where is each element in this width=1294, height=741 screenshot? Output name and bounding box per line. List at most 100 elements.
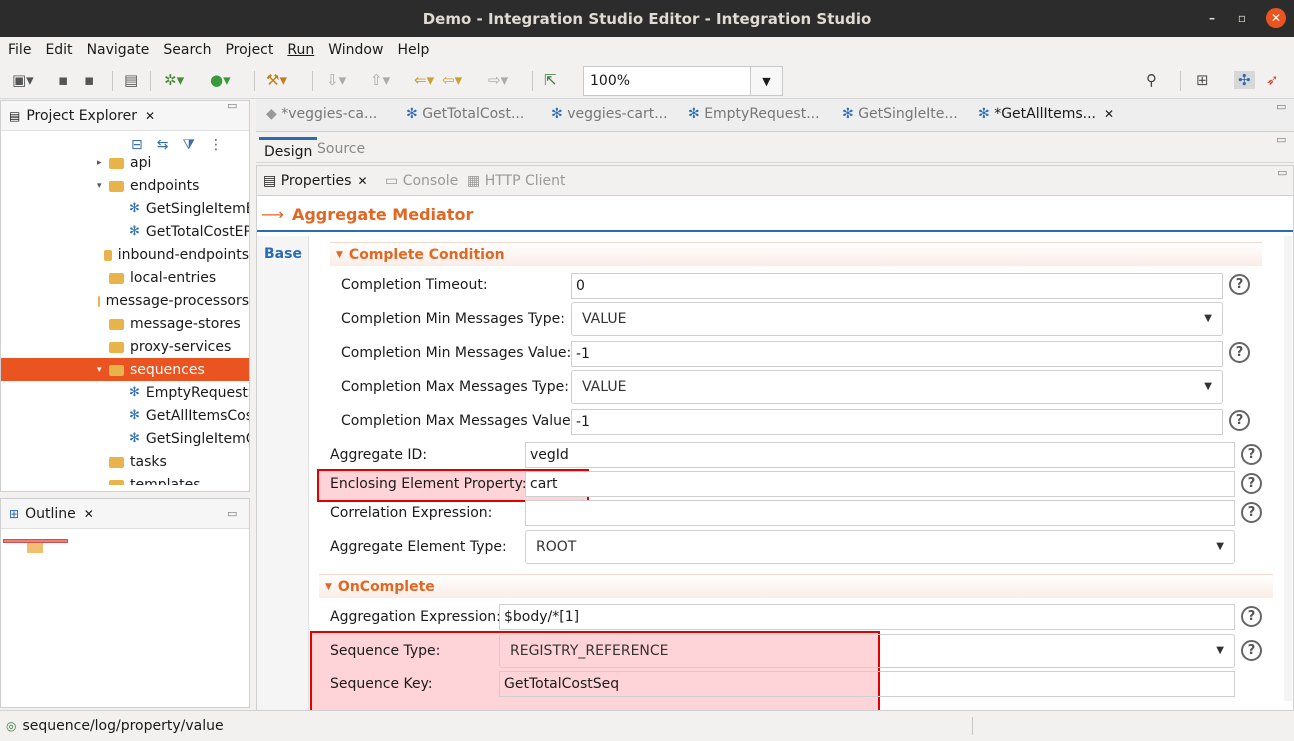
tree-folder[interactable]: proxy-services <box>1 335 249 358</box>
tab-get-all-items[interactable]: ✻ *GetAllItems... ✕ <box>978 106 1114 122</box>
help-icon[interactable]: ? <box>1229 410 1250 431</box>
max-messages-value-field[interactable]: -1 <box>571 409 1223 435</box>
next-annotation-icon[interactable]: ⇩▾ <box>326 71 346 89</box>
minimize-icon[interactable]: ▭ <box>1276 100 1286 113</box>
minimize-icon[interactable]: ▭ <box>227 507 237 520</box>
chevron-down-icon[interactable]: ▼ <box>1216 645 1224 656</box>
help-icon[interactable]: ? <box>1241 502 1262 523</box>
maximize-icon[interactable]: ▫ <box>1232 8 1252 28</box>
debug-icon[interactable]: ✲▾ <box>164 71 184 89</box>
completion-timeout-field[interactable]: 0 <box>571 273 1223 299</box>
vertical-scrollbar[interactable] <box>1284 236 1292 701</box>
section-on-complete[interactable]: ▼ OnComplete <box>319 574 1273 598</box>
tab-base[interactable]: Base <box>257 236 309 711</box>
chevron-down-icon[interactable]: ▼ <box>1204 381 1212 392</box>
minimize-icon[interactable]: ▭ <box>227 99 237 112</box>
min-messages-type-select[interactable]: VALUE ▼ <box>571 302 1223 336</box>
section-complete-condition[interactable]: ▼ Complete Condition <box>330 242 1262 266</box>
expand-arrow-icon[interactable]: ▸ <box>97 158 109 168</box>
tab-design[interactable]: Design <box>259 137 318 162</box>
tree-sequence[interactable]: ✻ GetTotalCostEP <box>1 220 249 243</box>
prev-annotation-icon[interactable]: ⇧▾ <box>370 71 390 89</box>
tree-sequence[interactable]: ✻ GetSingleItemEP <box>1 197 249 220</box>
help-icon[interactable]: ? <box>1241 444 1262 465</box>
run-icon[interactable]: ●▾ <box>210 71 231 89</box>
chevron-down-icon[interactable]: ▼ <box>750 67 782 95</box>
tree-sequence[interactable]: ✻ GetSingleItemCostSeq <box>1 427 249 450</box>
menu-project[interactable]: Project <box>225 42 273 58</box>
min-messages-value-field[interactable]: -1 <box>571 341 1223 367</box>
close-icon[interactable]: ✕ <box>145 109 155 123</box>
chevron-down-icon[interactable]: ▼ <box>1204 313 1212 324</box>
aggregation-expression-field[interactable]: $body/*[1] <box>499 604 1235 630</box>
menu-edit[interactable]: Edit <box>45 42 72 58</box>
tab-properties[interactable]: ▤ Properties ✕ <box>263 173 368 189</box>
close-icon[interactable]: ✕ <box>84 507 94 521</box>
close-icon[interactable]: ✕ <box>1266 8 1286 28</box>
help-icon[interactable]: ? <box>1229 274 1250 295</box>
back-icon[interactable]: ⇦▾ <box>442 71 462 89</box>
tab-veggies-cart-2[interactable]: ✻ veggies-cart... <box>551 106 668 122</box>
rocket-icon[interactable]: ➶ <box>1266 71 1279 89</box>
menu-file[interactable]: File <box>8 42 31 58</box>
menu-navigate[interactable]: Navigate <box>87 42 150 58</box>
chevron-down-icon[interactable]: ▼ <box>336 250 343 260</box>
close-icon[interactable]: ✕ <box>357 174 367 188</box>
sequence-key-field[interactable]: GetTotalCostSeq <box>499 671 1235 697</box>
tab-source[interactable]: Source <box>317 141 365 157</box>
tree-folder[interactable]: ▾ sequences <box>1 358 249 381</box>
open-perspective-icon[interactable]: ⊞ <box>1196 71 1209 89</box>
new-icon[interactable]: ▣▾ <box>12 71 34 89</box>
help-icon[interactable]: ? <box>1229 342 1250 363</box>
chevron-down-icon[interactable]: ▼ <box>1216 541 1224 552</box>
tree-folder[interactable]: message-stores <box>1 312 249 335</box>
minimize-icon[interactable]: ▭ <box>1276 133 1286 146</box>
tree-sequence[interactable]: ✻ EmptyRequestSeq <box>1 381 249 404</box>
help-icon[interactable]: ? <box>1241 640 1262 661</box>
tree-folder[interactable]: inbound-endpoints <box>1 243 249 266</box>
tree-folder[interactable]: tasks <box>1 450 249 473</box>
close-icon[interactable]: ✕ <box>1104 107 1114 121</box>
save-icon[interactable]: ▪ <box>58 71 68 89</box>
last-edit-icon[interactable]: ⇐▾ <box>414 71 434 89</box>
sequence-type-select[interactable]: REGISTRY_REFERENCE ▼ <box>499 634 1235 668</box>
enclosing-element-field[interactable]: cart <box>525 471 1235 497</box>
tree-folder[interactable]: ▸ api <box>1 151 249 174</box>
tree-sequence[interactable]: ✻ GetAllItemsCostSeq <box>1 404 249 427</box>
aggregate-id-field[interactable]: vegId <box>525 442 1235 468</box>
max-messages-type-select[interactable]: VALUE ▼ <box>571 370 1223 404</box>
menu-run[interactable]: Run <box>287 42 314 58</box>
tool-icon[interactable]: ⚒▾ <box>266 71 287 89</box>
minimize-icon[interactable]: ▭ <box>1277 166 1287 179</box>
help-icon[interactable]: ? <box>1241 473 1262 494</box>
tab-veggies-cart-1[interactable]: ◆ *veggies-ca... <box>266 106 377 122</box>
menu-window[interactable]: Window <box>328 42 383 58</box>
zoom-value[interactable]: 100% <box>584 73 750 89</box>
minimize-icon[interactable]: – <box>1202 8 1222 28</box>
build-icon[interactable]: ▤ <box>124 71 138 89</box>
tree-folder[interactable]: local-entries <box>1 266 249 289</box>
expand-arrow-icon[interactable]: ▾ <box>97 181 109 191</box>
save-all-icon[interactable]: ▪ <box>84 71 94 89</box>
tree-folder[interactable]: message-processors <box>1 289 249 312</box>
menu-help[interactable]: Help <box>397 42 429 58</box>
tab-http-client[interactable]: ▦ HTTP Client <box>467 173 566 189</box>
forward-icon[interactable]: ⇨▾ <box>488 71 508 89</box>
tree-folder[interactable]: templates <box>1 473 249 485</box>
tab-get-total-cost[interactable]: ✻ GetTotalCost... <box>406 106 524 122</box>
tab-console[interactable]: ▭ Console <box>385 173 458 189</box>
help-icon[interactable]: ? <box>1241 606 1262 627</box>
open-icon[interactable]: ⇱ <box>544 71 557 89</box>
zoom-combo[interactable]: 100% ▼ <box>583 66 783 96</box>
outline-title[interactable]: Outline <box>25 506 76 522</box>
tab-get-single-item[interactable]: ✻ GetSingleIte... <box>842 106 958 122</box>
correlation-expression-field[interactable] <box>525 500 1235 526</box>
menu-search[interactable]: Search <box>163 42 211 58</box>
project-explorer-title[interactable]: Project Explorer <box>26 108 137 124</box>
chevron-down-icon[interactable]: ▼ <box>325 582 332 592</box>
aggregate-element-type-select[interactable]: ROOT ▼ <box>525 530 1235 564</box>
tree-folder[interactable]: ▾ endpoints <box>1 174 249 197</box>
expand-arrow-icon[interactable]: ▾ <box>97 365 109 375</box>
search-icon[interactable]: ⚲ <box>1146 71 1157 89</box>
tab-empty-request[interactable]: ✻ EmptyRequest... <box>688 106 820 122</box>
